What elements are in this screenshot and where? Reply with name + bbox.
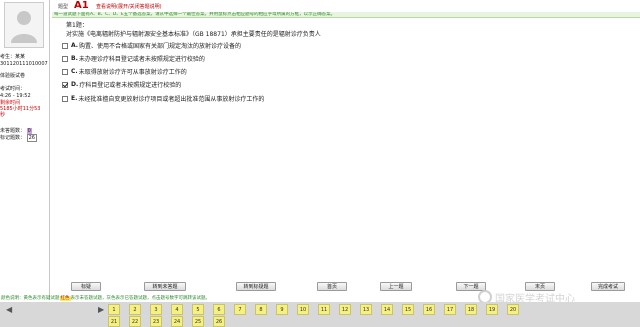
first-page-button[interactable]: 首页	[317, 282, 347, 291]
question-number-cell[interactable]: 26	[213, 316, 225, 327]
exam-time-label: 考试时间：	[0, 86, 26, 92]
flagged-label: 标记题数：	[0, 135, 26, 141]
option-d-key: D.	[71, 81, 79, 88]
option-d[interactable]: D. 疗科目登记或者未按照规定进行校验的	[62, 80, 181, 89]
flagged-count-row: 标记题数： 26	[0, 134, 37, 142]
remaining-value: 5185小时11分53	[0, 106, 41, 112]
exam-id: 30112011101000​7	[0, 61, 48, 67]
goto-flagged-button[interactable]: 转到标疑题	[236, 282, 276, 291]
prev-question-button[interactable]: 上一题	[380, 282, 412, 291]
question-number-cell[interactable]: 11	[318, 304, 330, 315]
avatar-icon	[11, 11, 37, 43]
option-c-key: C.	[71, 68, 78, 75]
instruction-bar: 每一道试题下面有A、B、C、D、E五个备选答案，请从中选择一个最佳答案，并用鼠标…	[52, 12, 640, 18]
topic-code: A1	[74, 0, 89, 11]
topic-type-label: 题型	[58, 4, 69, 10]
question-number-cell[interactable]: 12	[339, 304, 351, 315]
option-b-key: B.	[71, 55, 78, 62]
exam-type: 体验版试卷	[0, 73, 26, 79]
unanswered-label: 未答题数：	[0, 128, 26, 134]
flag-button[interactable]: 标疑	[71, 282, 101, 291]
question-number-cell[interactable]: 5	[192, 304, 204, 315]
question-number-cell[interactable]: 1	[108, 304, 120, 315]
option-d-text: 疗科目登记或者未按照规定进行校验的	[79, 82, 182, 89]
question-number-cell[interactable]: 7	[234, 304, 246, 315]
question-grid: ◀ ▶ 1 2 3 4 5 6 7 8 9 10 11 12 13 14 15 16 17 18 19 20 21 22 2…	[0, 302, 640, 327]
grid-scroll-left-icon[interactable]: ◀	[6, 305, 12, 315]
question-number-cell[interactable]: 17	[444, 304, 456, 315]
question-number-cell[interactable]: 3	[150, 304, 162, 315]
exam-time-range: 4:26 - 19:52	[0, 93, 31, 99]
option-b-text: 未办理诊疗科目登记或者未按照规定进行校验的	[78, 56, 205, 63]
option-c-text: 未取得放射诊疗许可从事放射诊疗工作的	[78, 69, 187, 76]
legend-prefix: 颜色说明：黄色表示有疑试题	[1, 296, 60, 301]
question-text: 对实施《电离辐射防护与辐射源安全基本标准》（GB 18871）承担主要责任的是辐…	[66, 31, 321, 38]
option-e-checkbox[interactable]	[62, 95, 68, 102]
question-number-cell[interactable]: 23	[150, 316, 162, 327]
candidate-sidebar: 考生：某某 30112011101000​7 体验版试卷 考试时间： 4:26 …	[0, 0, 50, 300]
option-e-text: 未经批准擅自变更放射诊疗项目或者超出批准范围从事放射诊疗工作的	[78, 96, 265, 103]
grid-scroll-right-icon[interactable]: ▶	[98, 305, 104, 315]
question-number-cell[interactable]: 4	[171, 304, 183, 315]
question-number-cell[interactable]: 19	[486, 304, 498, 315]
question-number-cell[interactable]: 22	[129, 316, 141, 327]
legend-highlight: 红色	[59, 296, 71, 301]
candidate-photo	[4, 2, 44, 48]
option-a-checkbox[interactable]	[62, 42, 68, 49]
flagged-count: 26	[26, 134, 37, 142]
option-b-checkbox[interactable]	[62, 55, 68, 62]
option-a[interactable]: A. 购置、使用不合格或国家有关部门规定淘汰的放射诊疗设备的	[62, 41, 241, 50]
question-number-cell[interactable]: 16	[423, 304, 435, 315]
option-a-key: A.	[71, 42, 79, 49]
question-number-cell[interactable]: 20	[507, 304, 519, 315]
question-number-cell[interactable]: 8	[255, 304, 267, 315]
question-number-cell[interactable]: 9	[276, 304, 288, 315]
question-number-cell[interactable]: 15	[402, 304, 414, 315]
question-number-cell[interactable]: 13	[360, 304, 372, 315]
student-name: 考生：某某	[0, 54, 26, 60]
question-number-cell[interactable]: 24	[171, 316, 183, 327]
option-d-checkbox[interactable]	[62, 81, 68, 88]
option-c[interactable]: C. 未取得放射诊疗许可从事放射诊疗工作的	[62, 67, 187, 76]
question-number-cell[interactable]: 2	[129, 304, 141, 315]
question-number-cell[interactable]: 25	[192, 316, 204, 327]
help-toggle-link[interactable]: 查看说明(展开/关闭答题说明)	[96, 3, 162, 10]
question-number-cell[interactable]: 10	[297, 304, 309, 315]
legend-suffix: 表示未答题试题，灰色表示已答题试题，点击题号数字可跳转该试题。	[70, 296, 211, 301]
option-e[interactable]: E. 未经批准擅自变更放射诊疗项目或者超出批准范围从事放射诊疗工作的	[62, 94, 264, 103]
goto-unanswered-button[interactable]: 转到未答题	[144, 282, 186, 291]
question-number-cell[interactable]: 6	[213, 304, 225, 315]
question-header: 题型 A1 查看说明(展开/关闭答题说明)	[52, 0, 640, 11]
question-number-cell[interactable]: 14	[381, 304, 393, 315]
remaining-unit: 秒	[0, 112, 6, 118]
option-b[interactable]: B. 未办理诊疗科目登记或者未按照规定进行校验的	[62, 54, 205, 63]
option-e-key: E.	[71, 95, 78, 102]
question-number-cell[interactable]: 21	[108, 316, 120, 327]
question-number-cell[interactable]: 18	[465, 304, 477, 315]
option-c-checkbox[interactable]	[62, 68, 68, 75]
option-a-text: 购置、使用不合格或国家有关部门规定淘汰的放射诊疗设备的	[79, 43, 242, 50]
question-number: 第1题：	[66, 22, 88, 29]
